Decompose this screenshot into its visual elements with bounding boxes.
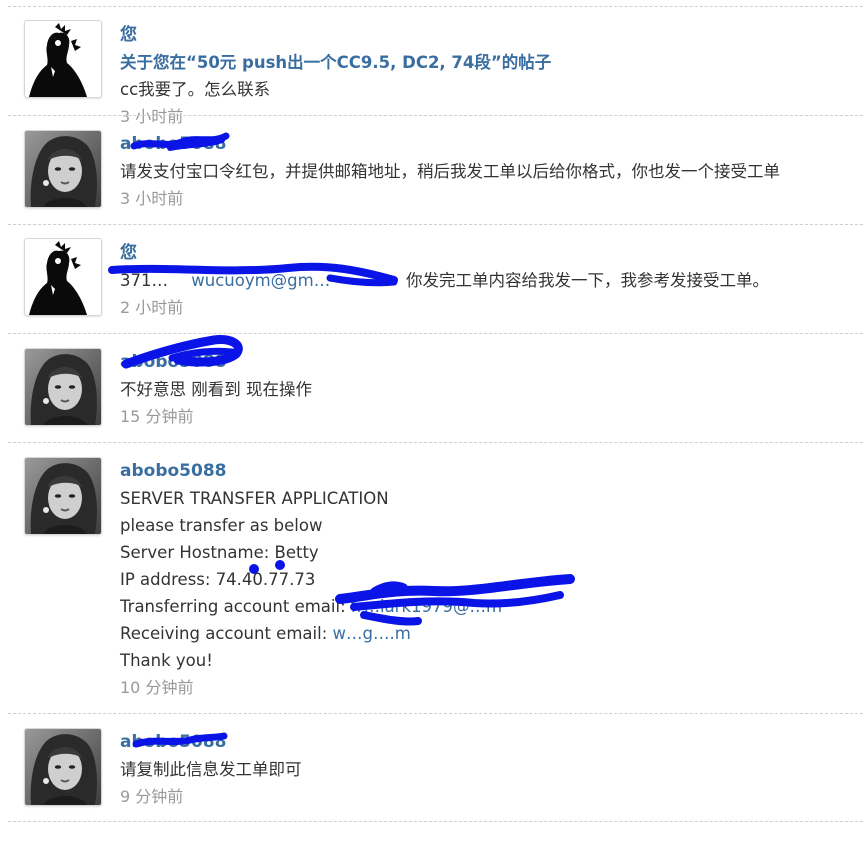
message-text: 请发支付宝口令红包，并提供邮箱地址，稍后我发工单以后给你格式，你也发一个接受工单 [120,162,780,181]
transfer-email-label: Transferring account email: [120,597,351,616]
message-item: abobo5088 不好意思 刚看到 现在操作 15 分钟前 [8,333,863,442]
avatar[interactable] [24,457,102,535]
avatar[interactable] [24,238,102,316]
message-text: please transfer as below [120,516,323,535]
message-author[interactable]: abobo5088 [120,349,863,376]
user-avatar-image [25,239,101,315]
message-timestamp: 3 小时前 [120,189,184,208]
user-avatar-image [25,349,101,425]
message-author[interactable]: abobo5088 [120,458,863,485]
message-timestamp: 9 分钟前 [120,787,184,806]
message-author[interactable]: abobo5088 [120,131,863,158]
message-author[interactable]: abobo5088 [120,729,863,756]
message-timestamp: 2 小时前 [120,298,184,317]
avatar[interactable] [24,728,102,806]
message-text: 你发完工单内容给我发一下，我参考发接受工单。 [406,271,769,290]
message-item: abobo5088 请复制此信息发工单即可 9 分钟前 [8,713,863,822]
message-item: 您 371… wucuoym@gm… 你发完工单内容给我发一下，我参考发接受工单… [8,224,863,333]
message-text: Server Hostname: Betty [120,543,319,562]
avatar[interactable] [24,20,102,98]
message-text: IP address: 74.40.77.73 [120,570,316,589]
message-subject-link[interactable]: 关于您在“50元 push出一个CC9.5, DC2, 74段”的帖子 [120,49,863,76]
receive-email-link[interactable]: w…g….m [333,624,411,643]
receive-email-label: Receiving account email: [120,624,333,643]
message-item: abobo5088 SERVER TRANSFER APPLICATION pl… [8,442,863,713]
message-text: cc我要了。怎么联系 [120,80,271,99]
message-text: 请复制此信息发工单即可 [120,760,302,779]
user-avatar-image [25,458,101,534]
message-author[interactable]: 您 [120,22,863,49]
user-avatar-image [25,131,101,207]
message-text-line: 371… wucuoym@gm… 你发完工单内容给我发一下，我参考发接受工单。 [120,267,863,294]
message-timestamp: 10 分钟前 [120,678,194,697]
message-item: abobo5088 请发支付宝口令红包，并提供邮箱地址，稍后我发工单以后给你格式… [8,115,863,224]
message-author[interactable]: 您 [120,240,863,267]
message-text: Thank you! [120,651,213,670]
contact-email-link[interactable]: wucuoym@gm… [191,271,330,290]
message-text: 不好意思 刚看到 现在操作 [120,380,312,399]
contact-number: 371… [120,271,168,290]
message-thread: 您 关于您在“50元 push出一个CC9.5, DC2, 74段”的帖子 cc… [8,6,863,822]
message-text-line: Receiving account email: w…g….m [120,620,863,647]
message-text: SERVER TRANSFER APPLICATION [120,489,389,508]
user-avatar-image [25,729,101,805]
avatar[interactable] [24,130,102,208]
avatar[interactable] [24,348,102,426]
message-text-line: Transferring account email: fr…lark1979@… [120,593,863,620]
transfer-email-link[interactable]: fr…lark1979@…m [351,597,502,616]
message-timestamp: 15 分钟前 [120,407,194,426]
message-item: 您 关于您在“50元 push出一个CC9.5, DC2, 74段”的帖子 cc… [8,6,863,126]
user-avatar-image [25,21,101,97]
